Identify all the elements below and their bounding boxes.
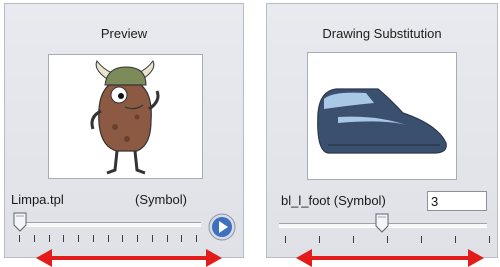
slider-tick [63, 235, 64, 242]
substitution-thumbnail [307, 52, 457, 180]
template-name-label: Limpa.tpl [11, 192, 64, 207]
slider-tick [137, 235, 138, 242]
slider-tick [387, 236, 388, 243]
double-arrow-icon [296, 249, 484, 267]
drawing-name-label: bl_l_foot (Symbol) [281, 193, 386, 208]
slider-tick [167, 235, 168, 242]
slider-tick [353, 236, 354, 243]
preview-slider-ticks [19, 235, 197, 245]
slider-tick [181, 235, 182, 242]
drawing-substitution-panel: Drawing Substitution bl_l_foot (Symbol) [266, 3, 498, 258]
creature-icon [90, 60, 160, 175]
play-button[interactable] [207, 212, 237, 242]
slider-tick [49, 235, 50, 242]
slider-tick [421, 236, 422, 243]
preview-panel: Preview Limpa.tpl (Symbol) [4, 3, 244, 258]
substitution-title: Drawing Substitution [322, 26, 442, 41]
drawing-frame-input[interactable] [427, 191, 487, 211]
slider-tick [34, 235, 35, 242]
template-type-label: (Symbol) [135, 192, 188, 207]
slider-tick [285, 236, 286, 243]
preview-slider-track[interactable] [17, 222, 201, 227]
preview-thumbnail [48, 54, 203, 179]
preview-slider-handle[interactable] [13, 212, 27, 232]
slider-tick [196, 235, 197, 242]
slider-tick [455, 236, 456, 243]
slider-tick [489, 236, 490, 243]
preview-title: Preview [100, 26, 148, 41]
slider-tick [108, 235, 109, 242]
substitution-slider-handle[interactable] [375, 213, 389, 233]
slider-tick [319, 236, 320, 243]
shoe-icon [317, 88, 447, 154]
slider-tick [93, 235, 94, 242]
slider-tick [78, 235, 79, 242]
slider-tick [122, 235, 123, 242]
double-arrow-icon [36, 249, 222, 267]
slider-tick [152, 235, 153, 242]
slider-tick [19, 235, 20, 242]
substitution-slider-ticks [285, 236, 490, 246]
